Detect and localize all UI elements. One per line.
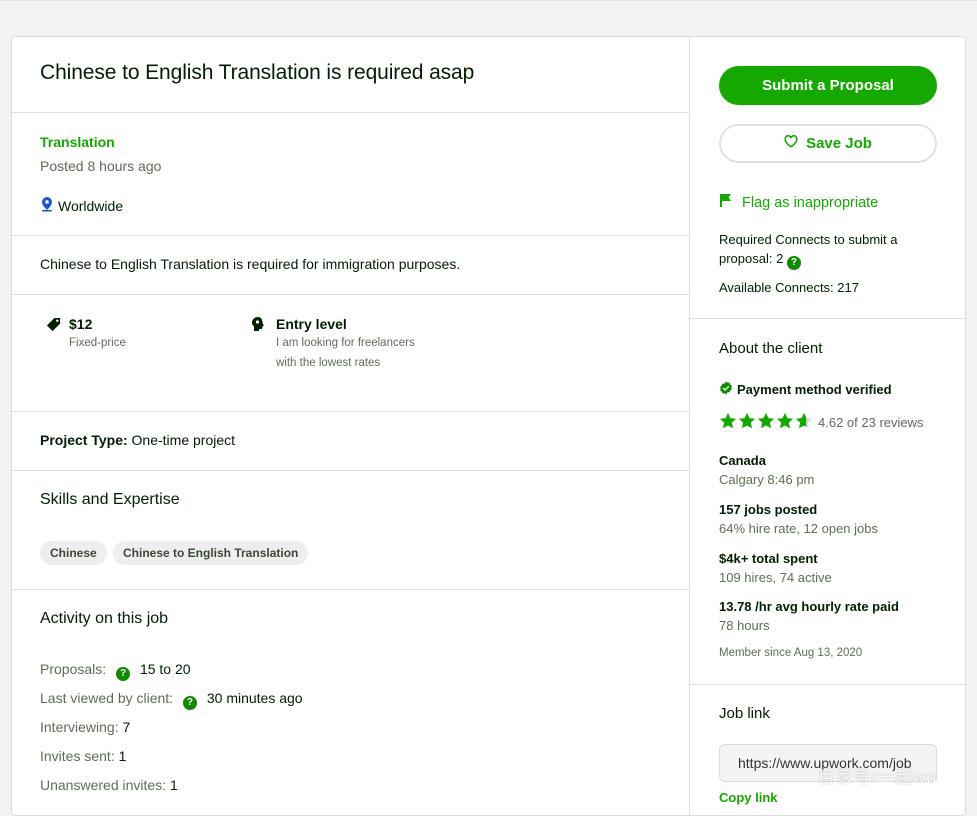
price-type: Fixed-price — [69, 337, 126, 349]
star-icon — [795, 412, 813, 430]
save-job-label: Save Job — [806, 135, 872, 152]
level-desc-2: with the lowest rates — [276, 357, 380, 369]
payment-verified: Payment method verified — [719, 381, 892, 398]
hires-count: 109 hires, 74 active — [719, 570, 832, 585]
avg-hourly-rate: 13.78 /hr avg hourly rate paid — [719, 599, 899, 614]
project-type-label: Project Type: — [40, 432, 128, 448]
connects-required: proposal: 2 — [719, 251, 783, 266]
proposals-value: 15 to 20 — [140, 661, 191, 677]
description-section: Chinese to English Translation is requir… — [12, 236, 689, 295]
interviewing-value: 7 — [122, 719, 130, 735]
star-icon — [757, 412, 775, 430]
jobs-posted: 157 jobs posted — [719, 502, 817, 517]
rating-stars — [719, 412, 813, 430]
category-link[interactable]: Translation — [40, 134, 115, 150]
submit-proposal-button[interactable]: Submit a Proposal — [719, 66, 937, 105]
actions-section: Submit a Proposal Save Job Flag as inapp… — [690, 37, 966, 319]
skill-chip[interactable]: Chinese — [40, 541, 107, 565]
top-band — [0, 0, 977, 36]
level-desc-1: I am looking for freelancers — [276, 337, 415, 349]
location-text: Worldwide — [58, 198, 123, 214]
client-country: Canada — [719, 453, 766, 468]
question-icon[interactable]: ? — [183, 696, 197, 710]
experience-level: Entry level — [276, 316, 347, 332]
hire-rate: 64% hire rate, 12 open jobs — [719, 521, 878, 536]
available-connects: Available Connects: 217 — [719, 280, 859, 295]
verified-icon — [719, 381, 733, 398]
job-link-title: Job link — [719, 705, 770, 722]
proposals-label: Proposals: — [40, 661, 106, 677]
posted-time: Posted 8 hours ago — [40, 158, 161, 174]
unanswered-label: Unanswered invites: — [40, 777, 166, 793]
member-since: Member since Aug 13, 2020 — [719, 647, 862, 659]
payment-verified-text: Payment method verified — [737, 382, 892, 397]
location-pin-icon — [40, 196, 54, 215]
star-icon — [738, 412, 756, 430]
project-type-section: Project Type: One-time project — [12, 412, 689, 471]
flag-icon — [719, 193, 733, 212]
job-title: Chinese to English Translation is requir… — [40, 61, 474, 85]
project-type: Project Type: One-time project — [40, 432, 235, 448]
job-details-card: Chinese to English Translation is requir… — [11, 36, 966, 816]
skills-title: Skills and Expertise — [40, 491, 180, 509]
last-viewed-value: 30 minutes ago — [207, 690, 303, 706]
activity-title: Activity on this job — [40, 610, 168, 628]
heart-icon — [784, 135, 798, 152]
save-job-button[interactable]: Save Job — [719, 124, 937, 163]
project-type-value: One-time project — [132, 432, 235, 448]
job-main-column: Chinese to English Translation is requir… — [12, 37, 690, 815]
flag-link[interactable]: Flag as inappropriate — [719, 193, 878, 212]
about-client-section: About the client Payment method verified — [690, 319, 966, 685]
proposals-row: Proposals: ? 15 to 20 — [40, 661, 191, 681]
unanswered-row: Unanswered invites: 1 — [40, 777, 178, 793]
invites-label: Invites sent: — [40, 748, 115, 764]
rating-text: 4.62 of 23 reviews — [818, 415, 924, 430]
terms-section: $12 Fixed-price Entry level I am looking… — [12, 295, 689, 412]
job-description: Chinese to English Translation is requir… — [40, 256, 460, 272]
last-viewed-label: Last viewed by client: — [40, 690, 173, 706]
total-spent: $4k+ total spent — [719, 551, 818, 566]
interviewing-label: Interviewing: — [40, 719, 119, 735]
interviewing-row: Interviewing: 7 — [40, 719, 130, 735]
invites-row: Invites sent: 1 — [40, 748, 126, 764]
meta-section: Translation Posted 8 hours ago Worldwide — [12, 113, 689, 236]
connects-line-2: proposal: 2 ? — [719, 251, 801, 270]
client-city-time: Calgary 8:46 pm — [719, 472, 814, 487]
skill-chip[interactable]: Chinese to English Translation — [113, 541, 308, 565]
hours-paid: 78 hours — [719, 618, 770, 633]
title-section: Chinese to English Translation is requir… — [12, 37, 689, 113]
skills-section: Skills and Expertise Chinese Chinese to … — [12, 471, 689, 590]
star-icon — [719, 412, 737, 430]
price-tag-icon — [46, 317, 61, 337]
watermark-text: 百家号/一起wo — [818, 763, 937, 788]
price: $12 — [69, 316, 92, 332]
copy-link[interactable]: Copy link — [719, 790, 778, 805]
location: Worldwide — [40, 196, 123, 215]
flag-label: Flag as inappropriate — [742, 195, 878, 211]
invites-value: 1 — [119, 748, 127, 764]
star-icon — [776, 412, 794, 430]
unanswered-value: 1 — [170, 777, 178, 793]
job-sidebar: Submit a Proposal Save Job Flag as inapp… — [690, 37, 966, 815]
question-icon[interactable]: ? — [116, 667, 130, 681]
last-viewed-row: Last viewed by client: ? 30 minutes ago — [40, 690, 303, 710]
connects-line-1: Required Connects to submit a — [719, 232, 897, 247]
brain-icon — [251, 316, 265, 337]
activity-section: Activity on this job Proposals: ? 15 to … — [12, 590, 689, 816]
about-client-title: About the client — [719, 340, 822, 357]
question-icon[interactable]: ? — [787, 256, 801, 270]
